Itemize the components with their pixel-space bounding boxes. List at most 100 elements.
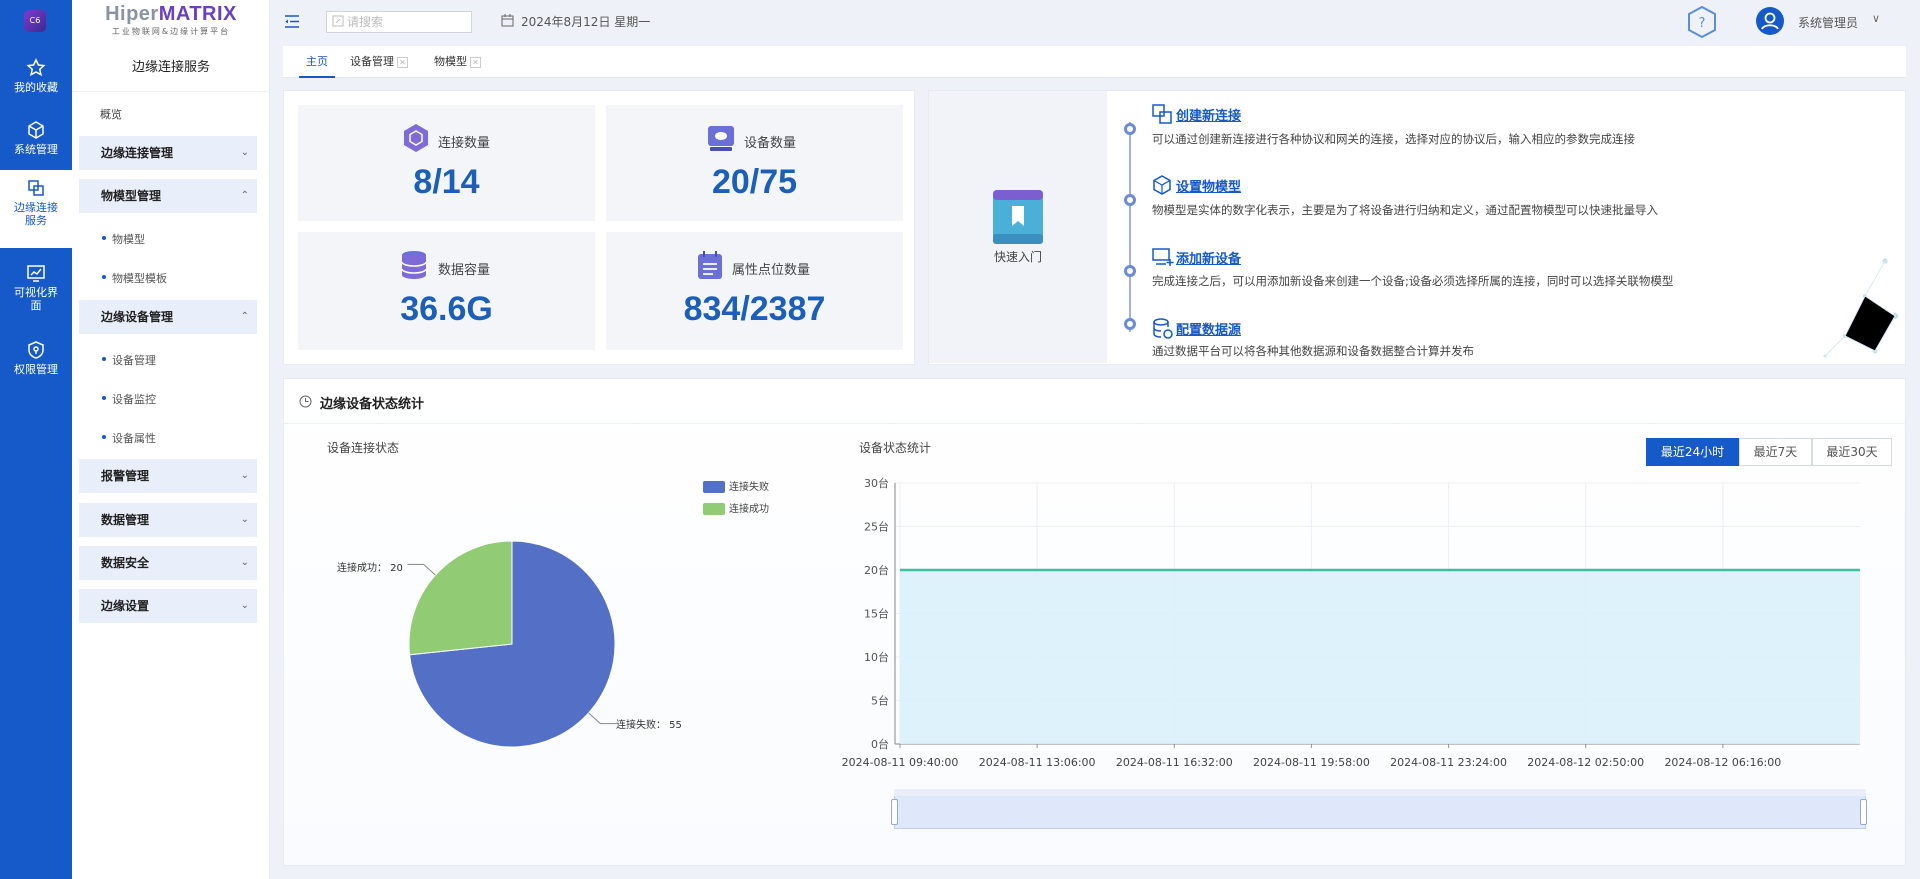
- calendar-list-icon: [698, 251, 722, 279]
- group-label: 数据管理: [101, 513, 150, 527]
- sidebar-group-security[interactable]: 数据安全 ⌄: [79, 546, 257, 580]
- top-bar: 请搜索 2024年8月12日 星期一 ? 系统管理员 ∨: [270, 0, 1920, 44]
- rail-label: 系统管理: [14, 143, 58, 156]
- book-icon: [993, 190, 1043, 244]
- sidebar: HiperMATRIX 工业物联网&边缘计算平台 边缘连接服务 概览 边缘连接管…: [72, 0, 270, 879]
- shield-icon: [28, 341, 44, 359]
- quickstart-desc: 物模型是实体的数字化表示，主要是为了将设备进行归纳和定义，通过配置物模型可以快速…: [1152, 203, 1658, 217]
- stat-label: 连接数量: [438, 136, 491, 151]
- stats-card: 连接数量 8/14 设备数量 20/75 数据容量 36.6G 属性点位数量 8…: [283, 90, 915, 365]
- line-title: 设备状态统计: [859, 441, 932, 455]
- user-name[interactable]: 系统管理员: [1798, 14, 1858, 31]
- avatar[interactable]: [1756, 7, 1784, 35]
- pie-slice-success[interactable]: [408, 540, 513, 656]
- timeline-dot: [1124, 318, 1136, 330]
- range-24h-button[interactable]: 最近24小时: [1646, 438, 1739, 466]
- quickstart-link-set-model[interactable]: 设置物模型: [1176, 176, 1241, 195]
- x-tick-label: 2024-08-11 09:40:00: [842, 756, 959, 769]
- y-tick-label: 25台: [864, 520, 889, 534]
- sidebar-item-device-monitor[interactable]: 设备监控: [102, 391, 156, 407]
- tab-home[interactable]: 主页: [299, 46, 335, 78]
- sidebar-item-model-template[interactable]: 物模型模板: [102, 270, 167, 286]
- quickstart-desc: 可以通过创建新连接进行各种协议和网关的连接，选择对应的协议后，输入相应的参数完成…: [1152, 132, 1635, 146]
- y-tick-label: 5台: [871, 694, 889, 708]
- pie-leader-success: [407, 563, 436, 576]
- group-label: 边缘设置: [101, 599, 150, 613]
- sidebar-item-device-manage[interactable]: 设备管理: [102, 352, 156, 368]
- rail-item-system[interactable]: 系统管理: [0, 112, 72, 164]
- x-tick-label: 2024-08-12 02:50:00: [1527, 756, 1644, 769]
- rail-item-edge-service[interactable]: 边缘连接服务: [0, 170, 72, 248]
- zoom-handle-left[interactable]: [891, 799, 898, 825]
- quickstart-tile[interactable]: 快速入门: [929, 91, 1107, 363]
- zoom-handle-right[interactable]: [1860, 799, 1867, 825]
- cube-icon: [28, 121, 44, 139]
- stat-value: 36.6G: [400, 290, 493, 328]
- brand-suffix: MATRIX: [158, 3, 237, 25]
- svg-text:?: ?: [1699, 16, 1706, 31]
- brand-subtitle: 工业物联网&边缘计算平台: [111, 27, 231, 36]
- pie-leader-fail: [588, 712, 617, 725]
- range-7d-button[interactable]: 最近7天: [1739, 438, 1812, 466]
- line-chart: 0台 5台 10台 15台 20台 25台 30台 2024-08-11 09:40:00 20…: [842, 476, 1860, 769]
- y-tick-label: 20台: [864, 563, 889, 577]
- close-icon[interactable]: ✕: [397, 56, 408, 68]
- chevron-down-icon[interactable]: ∨: [1872, 12, 1880, 25]
- model-icon: [1153, 175, 1171, 195]
- add-device-icon: [1152, 248, 1174, 266]
- rail-label: 可视化界面: [14, 286, 58, 312]
- y-tick-label: 0台: [871, 737, 889, 751]
- quickstart-label: 快速入门: [993, 250, 1042, 264]
- tab-device-manage[interactable]: 设备管理 ✕: [350, 46, 408, 78]
- pie-label-fail: 连接失败： 55: [616, 720, 682, 731]
- database-icon: [401, 251, 427, 279]
- chevron-down-icon: ⌄: [240, 557, 249, 568]
- range-30d-button[interactable]: 最近30天: [1812, 438, 1892, 466]
- star-icon: [26, 58, 46, 77]
- group-label: 报警管理: [101, 469, 150, 483]
- connect-icon: [28, 180, 44, 196]
- x-tick-label: 2024-08-11 13:06:00: [979, 756, 1096, 769]
- user-icon: [1761, 12, 1779, 30]
- sidebar-group-edge-connection[interactable]: 边缘连接管理 ⌄: [79, 136, 257, 170]
- help-icon[interactable]: ?: [1686, 5, 1718, 39]
- sidebar-group-alarm[interactable]: 报警管理 ⌄: [79, 459, 257, 493]
- section-header: [283, 378, 1906, 424]
- sidebar-item-overview[interactable]: 概览: [100, 106, 122, 122]
- sidebar-group-edge-device[interactable]: 边缘设备管理 ⌃: [79, 300, 257, 334]
- brand: HiperMATRIX 工业物联网&边缘计算平台: [72, 0, 270, 45]
- sidebar-item-device-attr[interactable]: 设备属性: [102, 430, 156, 446]
- date-display: 2024年8月12日 星期一: [501, 13, 650, 30]
- quickstart-timeline: [1129, 122, 1131, 332]
- sidebar-group-settings[interactable]: 边缘设置 ⌄: [79, 589, 257, 623]
- group-label: 数据安全: [101, 556, 150, 570]
- group-label: 边缘设备管理: [101, 310, 174, 324]
- close-icon[interactable]: ✕: [470, 56, 481, 68]
- network-decoration-icon: [1823, 258, 1898, 358]
- quickstart-link-config-datasource[interactable]: 配置数据源: [1176, 319, 1241, 338]
- tab-model[interactable]: 物模型 ✕: [434, 46, 481, 78]
- menu-fold-icon[interactable]: [285, 15, 299, 28]
- quickstart-link-add-device[interactable]: 添加新设备: [1176, 248, 1241, 267]
- stat-devices: 设备数量 20/75: [606, 105, 903, 221]
- zoom-slider-track: [894, 789, 1866, 796]
- rail-item-favorites[interactable]: 我的收藏: [0, 50, 72, 102]
- pie-chart: [407, 540, 617, 748]
- chevron-up-icon: ⌃: [240, 190, 249, 201]
- quickstart-link-create-connection[interactable]: 创建新连接: [1176, 105, 1241, 124]
- tab-label: 设备管理: [350, 55, 394, 68]
- tab-label: 物模型: [434, 55, 467, 68]
- stat-connections: 连接数量 8/14: [298, 105, 595, 221]
- stat-label: 数据容量: [438, 263, 491, 278]
- search-input[interactable]: 请搜索: [326, 11, 472, 33]
- chevron-down-icon: ⌄: [240, 600, 249, 611]
- group-label: 边缘连接管理: [101, 146, 174, 160]
- tab-label: 主页: [306, 55, 328, 68]
- quickstart-desc: 通过数据平台可以将各种其他数据源和设备数据整合计算并发布: [1152, 344, 1474, 358]
- calendar-icon: [501, 14, 514, 27]
- sidebar-group-model[interactable]: 物模型管理 ⌃: [79, 179, 257, 213]
- rail-item-permission[interactable]: 权限管理: [0, 332, 72, 384]
- sidebar-group-data[interactable]: 数据管理 ⌄: [79, 503, 257, 537]
- rail-item-visualization[interactable]: 可视化界面: [0, 255, 72, 321]
- sidebar-item-model[interactable]: 物模型: [102, 231, 145, 247]
